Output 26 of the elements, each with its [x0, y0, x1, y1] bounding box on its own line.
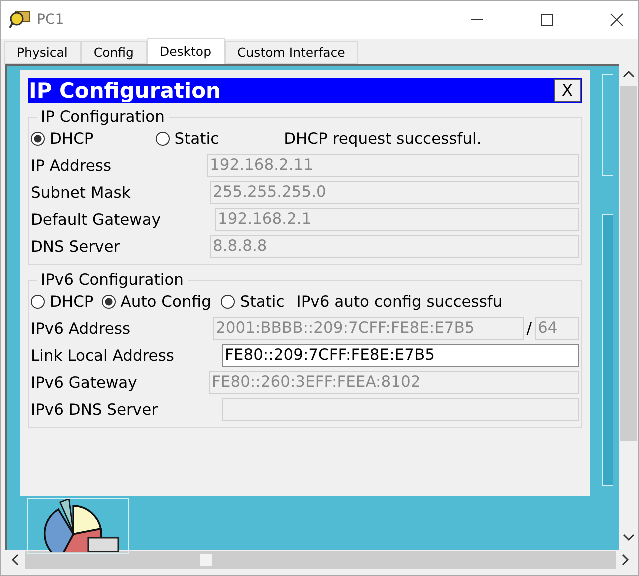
- field-label: IPv6 Address: [31, 320, 132, 338]
- window-title: PC1: [37, 12, 64, 28]
- field-label: IPv6 DNS Server: [31, 400, 160, 418]
- tab[interactable]: Desktop: [146, 38, 225, 64]
- field-label: Link Local Address: [31, 346, 176, 364]
- tab[interactable]: Config: [80, 41, 147, 64]
- field-label: DNS Server: [31, 238, 122, 256]
- radio-option[interactable]: DHCP: [31, 130, 94, 148]
- field-label: IPv6 Gateway: [31, 374, 138, 392]
- radio-option[interactable]: DHCP: [31, 293, 94, 311]
- dialog-title: IP Configuration: [29, 78, 221, 102]
- tab[interactable]: Physical: [4, 41, 81, 64]
- input-field[interactable]: FE80::209:7CFF:FE8E:E7B5: [222, 344, 579, 367]
- radio-option[interactable]: Static: [156, 130, 220, 148]
- field-label: IP Address: [31, 156, 113, 174]
- status-message: IPv6 auto config successfu: [296, 293, 503, 311]
- status-message: DHCP request successful.: [284, 130, 482, 148]
- field-label: Default Gateway: [31, 210, 162, 228]
- tab[interactable]: Custom Interface: [224, 41, 358, 64]
- radio-option[interactable]: Static: [221, 293, 285, 311]
- group-title: IP Configuration: [40, 108, 166, 126]
- field-label: Subnet Mask: [31, 184, 132, 202]
- group-title: IPv6 Configuration: [40, 271, 185, 289]
- prefix-separator: /: [526, 319, 532, 338]
- radio-option[interactable]: Auto Config: [102, 293, 212, 311]
- close-button[interactable]: X: [554, 79, 581, 102]
